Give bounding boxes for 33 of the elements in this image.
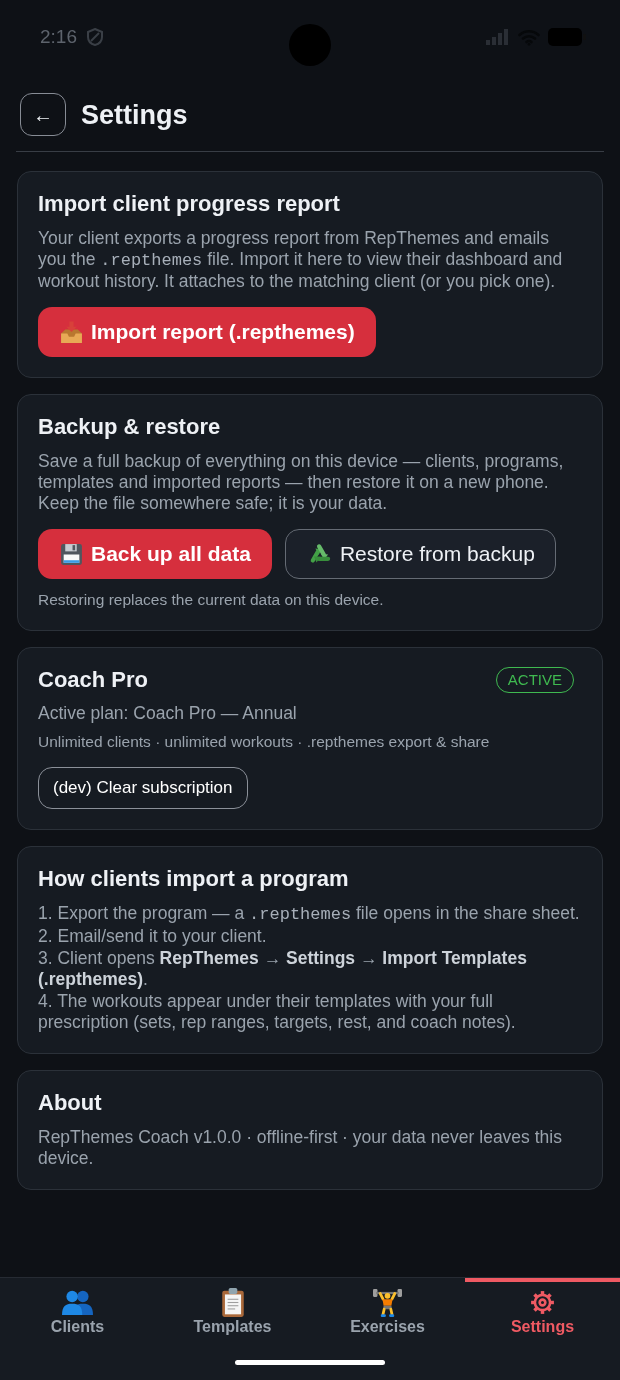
features-text: Unlimited clients · unlimited workouts · .repthemes export & share [38, 732, 491, 752]
people-icon [62, 1289, 93, 1315]
shield-icon [87, 28, 103, 46]
nav-tab[interactable]: Settings [465, 1278, 620, 1337]
card-title: How clients import a program [38, 865, 349, 893]
nav-tab[interactable]: Exercises [310, 1278, 465, 1337]
clear-subscription-button[interactable]: (dev) Clear subscription [38, 767, 248, 809]
nav-tab[interactable]: Clients [0, 1278, 155, 1337]
gear-icon [530, 1289, 555, 1315]
import-button[interactable]: Import report (.repthemes) [38, 307, 376, 357]
card-description: RepThemes Coach v1.0.0 · offline-first · your data never leaves this device. [38, 1127, 563, 1169]
card-description: Your client exports a progress report from RepThemes and emails you the .repthemes file. Import it here to view their dashboard and workout history. It attaches to the matching client (or you pick one). [38, 228, 564, 292]
card-title: Coach Pro [38, 666, 149, 694]
page-title: Settings [81, 98, 188, 132]
plan-text: Active plan: Coach Pro — Annual [38, 703, 298, 724]
note-text: Restoring replaces the current data on this device. [38, 590, 385, 610]
step-text: 4. The workouts appear under their templates with your full prescription (sets, rep ranges, targets, rest, and coach notes). [38, 991, 517, 1033]
status-time: 2:16 [40, 25, 77, 49]
card-title: Backup & restore [38, 413, 221, 441]
inbox-tray-icon [59, 319, 84, 345]
step-text: 3. Client opens RepThemes → Settings → Import Templates (.repthemes). [38, 948, 528, 990]
restore-button[interactable]: Restore from backup [284, 529, 556, 579]
backup-button[interactable]: Back up all data [38, 529, 272, 579]
card-title: About [38, 1089, 102, 1117]
back-button[interactable]: ← [20, 93, 66, 136]
card-title: Import client progress report [38, 190, 340, 218]
clipboard-icon [221, 1287, 244, 1317]
signal-icon [486, 29, 510, 45]
step-text: 2. Email/send it to your client. [38, 926, 268, 947]
step-text: 1. Export the program — a .repthemes file opens in the share sheet. [38, 903, 581, 925]
card-description: Save a full backup of everything on this device — clients, programs, templates and imported reports — then restore it on a new phone. Keep the file somewhere safe; it is your data. [38, 451, 565, 514]
weightlifter-icon [373, 1287, 402, 1317]
nav-tab[interactable]: Templates [155, 1278, 310, 1337]
